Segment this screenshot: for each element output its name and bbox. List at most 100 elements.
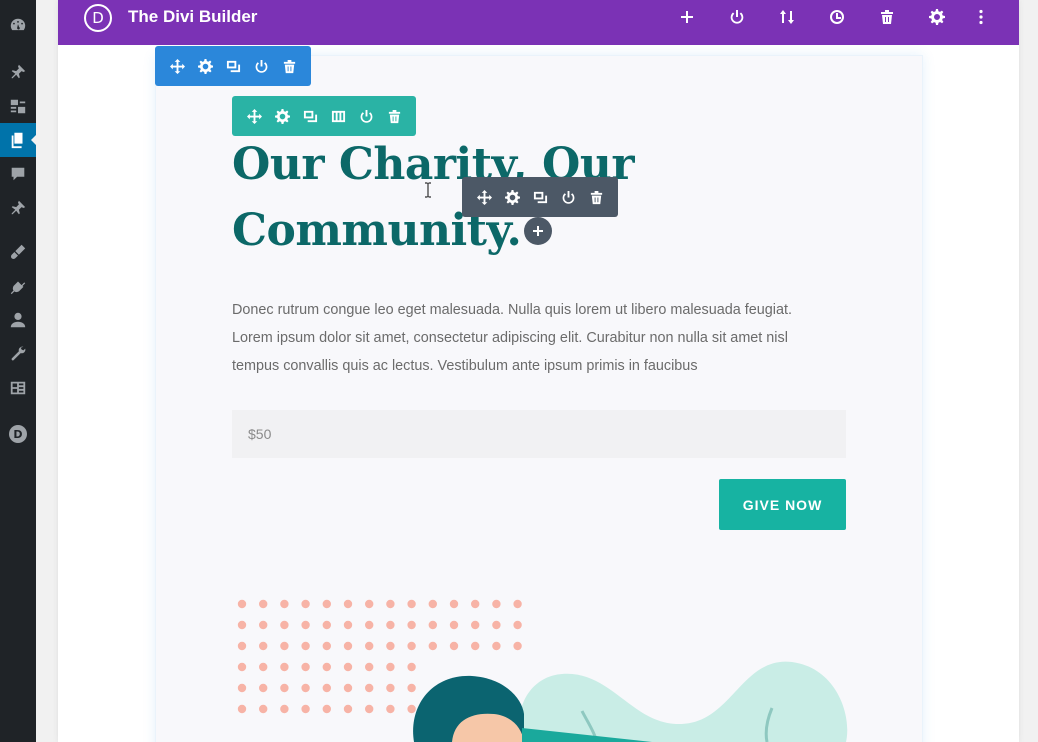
dot <box>365 620 374 630</box>
dot <box>407 704 416 714</box>
gear-icon[interactable] <box>191 46 219 86</box>
columns-icon[interactable] <box>324 96 352 136</box>
move-icon[interactable] <box>470 177 498 217</box>
power-icon[interactable] <box>247 46 275 86</box>
dot <box>343 683 353 693</box>
dot <box>343 599 353 609</box>
dot <box>365 704 374 714</box>
dot <box>343 620 353 630</box>
dot <box>280 683 289 693</box>
plus-icon <box>533 226 543 236</box>
gear-icon[interactable] <box>928 8 946 26</box>
dot <box>449 599 459 609</box>
power-icon[interactable] <box>728 8 746 26</box>
divi-icon[interactable]: D <box>0 417 36 451</box>
dot <box>237 641 247 651</box>
dot <box>513 620 522 630</box>
dot <box>280 620 289 630</box>
gear-icon[interactable] <box>498 177 526 217</box>
module-toolbar <box>462 177 618 217</box>
row-toolbar <box>232 96 416 136</box>
dot <box>301 683 310 693</box>
dot <box>237 683 247 693</box>
dot <box>343 704 353 714</box>
dot <box>343 662 353 672</box>
dot <box>322 662 331 672</box>
dot <box>471 620 480 630</box>
dot <box>322 620 331 630</box>
dot <box>513 599 522 609</box>
dot <box>492 620 501 630</box>
mint-blob <box>519 661 848 742</box>
plugins-icon[interactable] <box>0 269 36 303</box>
give-now-button[interactable]: GIVE NOW <box>719 479 846 530</box>
dot <box>386 599 395 609</box>
dot <box>237 662 247 672</box>
dot <box>365 662 374 672</box>
dot <box>237 704 247 714</box>
dot <box>322 683 331 693</box>
divi-logo[interactable]: D <box>84 4 112 32</box>
dot <box>428 620 437 630</box>
duplicate-icon[interactable] <box>296 96 324 136</box>
dot <box>259 704 268 714</box>
dot <box>492 641 501 651</box>
media-icon[interactable] <box>0 89 36 123</box>
more-vertical-icon[interactable] <box>972 8 990 26</box>
trash-icon[interactable] <box>878 8 896 26</box>
duplicate-icon[interactable] <box>526 177 554 217</box>
trash-icon[interactable] <box>582 177 610 217</box>
trash-icon[interactable] <box>275 46 303 86</box>
dot <box>301 620 310 630</box>
body-line: Donec rutrum congue leo eget malesuada. … <box>232 302 792 318</box>
dot <box>492 599 501 609</box>
comments-icon[interactable] <box>0 157 36 191</box>
wp-admin-sidebar: D <box>0 0 37 742</box>
dot <box>407 620 416 630</box>
pin-icon[interactable] <box>0 191 36 225</box>
plus-icon[interactable] <box>678 8 696 26</box>
gear-icon[interactable] <box>268 96 296 136</box>
dot <box>259 620 268 630</box>
settings-icon[interactable] <box>0 371 36 405</box>
dot <box>407 641 416 651</box>
move-icon[interactable] <box>163 46 191 86</box>
dashboard-icon[interactable] <box>0 8 36 42</box>
body-text[interactable]: Donec rutrum congue leo eget malesuada. … <box>232 296 832 380</box>
duplicate-icon[interactable] <box>219 46 247 86</box>
appearance-icon[interactable] <box>0 235 36 269</box>
dot <box>513 641 522 651</box>
body-line: Lorem ipsum dolor sit amet, consectetur … <box>232 330 788 346</box>
dot <box>471 599 480 609</box>
dot <box>322 704 331 714</box>
tools-icon[interactable] <box>0 337 36 371</box>
history-icon[interactable] <box>828 8 846 26</box>
dot <box>322 599 331 609</box>
users-icon[interactable] <box>0 303 36 337</box>
add-module-button[interactable] <box>524 217 552 245</box>
power-icon[interactable] <box>554 177 582 217</box>
move-icon[interactable] <box>240 96 268 136</box>
dot <box>301 662 310 672</box>
trash-icon[interactable] <box>380 96 408 136</box>
dot <box>407 662 416 672</box>
text-cursor-icon <box>425 182 431 198</box>
dot <box>449 620 459 630</box>
charity-illustration <box>237 599 848 742</box>
dot <box>343 641 353 651</box>
dot <box>386 620 395 630</box>
dot <box>259 641 268 651</box>
dot <box>237 599 247 609</box>
donation-amount-field[interactable]: $50 <box>232 410 846 458</box>
pages-icon[interactable] <box>0 123 37 157</box>
dot <box>280 641 289 651</box>
dot <box>280 599 289 609</box>
dot <box>407 683 416 693</box>
sort-icon[interactable] <box>778 8 796 26</box>
dot <box>301 641 310 651</box>
power-icon[interactable] <box>352 96 380 136</box>
dot <box>301 599 310 609</box>
pin-icon[interactable] <box>0 55 36 89</box>
dot <box>301 704 310 714</box>
dot <box>449 641 459 651</box>
